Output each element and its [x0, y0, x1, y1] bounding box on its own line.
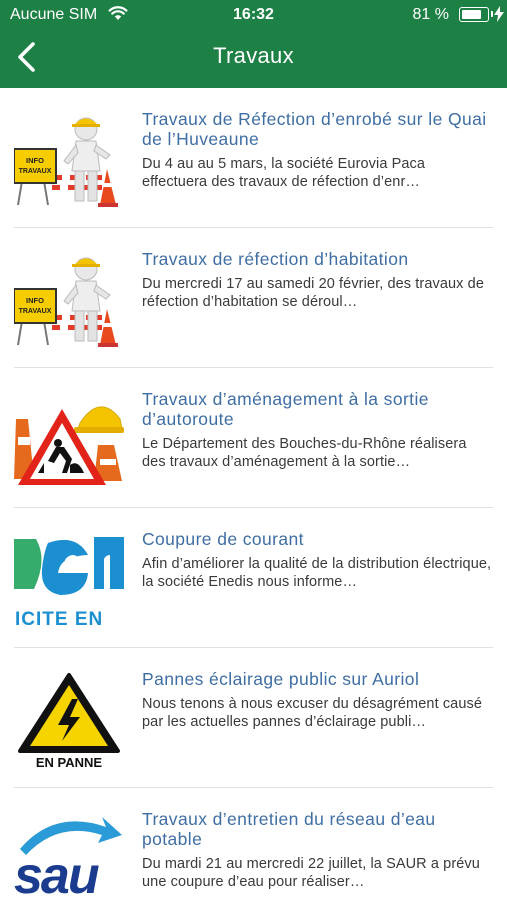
- nav-bar: Travaux: [0, 30, 507, 88]
- app-header: Aucune SIM 16:32 81 % Travaux: [0, 0, 507, 88]
- item-text: Coupure de courant Afin d’améliorer la q…: [142, 529, 493, 591]
- item-text: Travaux d’aménagement à la sortie d’auto…: [142, 389, 493, 471]
- list-item[interactable]: INFO TRAVAUX Travaux de Réfection d’enro…: [14, 88, 493, 228]
- item-description: Afin d’améliorer la qualité de la distri…: [142, 556, 492, 590]
- item-description: Nous tenons à nous excuser du désagrémen…: [142, 696, 483, 730]
- worker-info-travaux-image: INFO TRAVAUX: [14, 249, 124, 351]
- page-title: Travaux: [213, 43, 294, 68]
- saur-logo-image: sau: [14, 809, 124, 900]
- item-title[interactable]: Travaux d’aménagement à la sortie d’auto…: [142, 389, 493, 429]
- battery-level: [462, 10, 481, 19]
- item-title[interactable]: Travaux d’entretien du réseau d’eau pota…: [142, 809, 493, 849]
- item-title[interactable]: Coupure de courant: [142, 529, 493, 549]
- battery-nub: [491, 11, 493, 17]
- caption-text: EN PANNE: [36, 755, 103, 770]
- worker-info-travaux-image: INFO TRAVAUX: [14, 109, 124, 211]
- list-item[interactable]: ICITE EN Coupure de courant Afin d’améli…: [14, 508, 493, 648]
- enedis-logo-image: ICITE EN: [14, 529, 124, 631]
- item-text: Pannes éclairage public sur Auriol Nous …: [142, 669, 493, 731]
- item-title[interactable]: Travaux de réfection d’habitation: [142, 249, 493, 269]
- sign-text: INFO: [26, 156, 44, 165]
- item-description: Du mardi 21 au mercredi 22 juillet, la S…: [142, 856, 480, 890]
- news-list[interactable]: INFO TRAVAUX Travaux de Réfection d’enro…: [0, 88, 507, 900]
- sign-text: TRAVAUX: [19, 308, 52, 315]
- high-voltage-warning-image: EN PANNE: [14, 669, 124, 771]
- item-text: Travaux de Réfection d’enrobé sur le Qua…: [142, 109, 493, 191]
- status-bar: Aucune SIM 16:32 81 %: [0, 0, 507, 30]
- sign-text: INFO: [26, 296, 44, 305]
- item-title[interactable]: Pannes éclairage public sur Auriol: [142, 669, 493, 689]
- item-text: Travaux de réfection d’habitation Du mer…: [142, 249, 493, 311]
- sign-text: TRAVAUX: [19, 168, 52, 175]
- list-item[interactable]: sau Travaux d’entretien du réseau d’eau …: [14, 788, 493, 900]
- list-item[interactable]: Travaux d’aménagement à la sortie d’auto…: [14, 368, 493, 508]
- roadwork-sign-image: [14, 389, 124, 491]
- item-text: Travaux d’entretien du réseau d’eau pota…: [142, 809, 493, 891]
- item-description: Le Département des Bouches-du-Rhône réal…: [142, 436, 467, 470]
- item-title[interactable]: Travaux de Réfection d’enrobé sur le Qua…: [142, 109, 493, 149]
- list-item[interactable]: INFO TRAVAUX Travaux de réfection d’habi…: [14, 228, 493, 368]
- item-description: Du mercredi 17 au samedi 20 février, des…: [142, 276, 484, 310]
- battery-percent: 81 %: [412, 6, 449, 23]
- logo-text: ICITE EN: [15, 609, 103, 630]
- charging-icon: [494, 6, 504, 27]
- battery-icon: [459, 7, 489, 22]
- list-item[interactable]: EN PANNE Pannes éclairage public sur Aur…: [14, 648, 493, 788]
- item-description: Du 4 au au 5 mars, la société Eurovia Pa…: [142, 156, 426, 190]
- logo-text: sau: [14, 847, 99, 900]
